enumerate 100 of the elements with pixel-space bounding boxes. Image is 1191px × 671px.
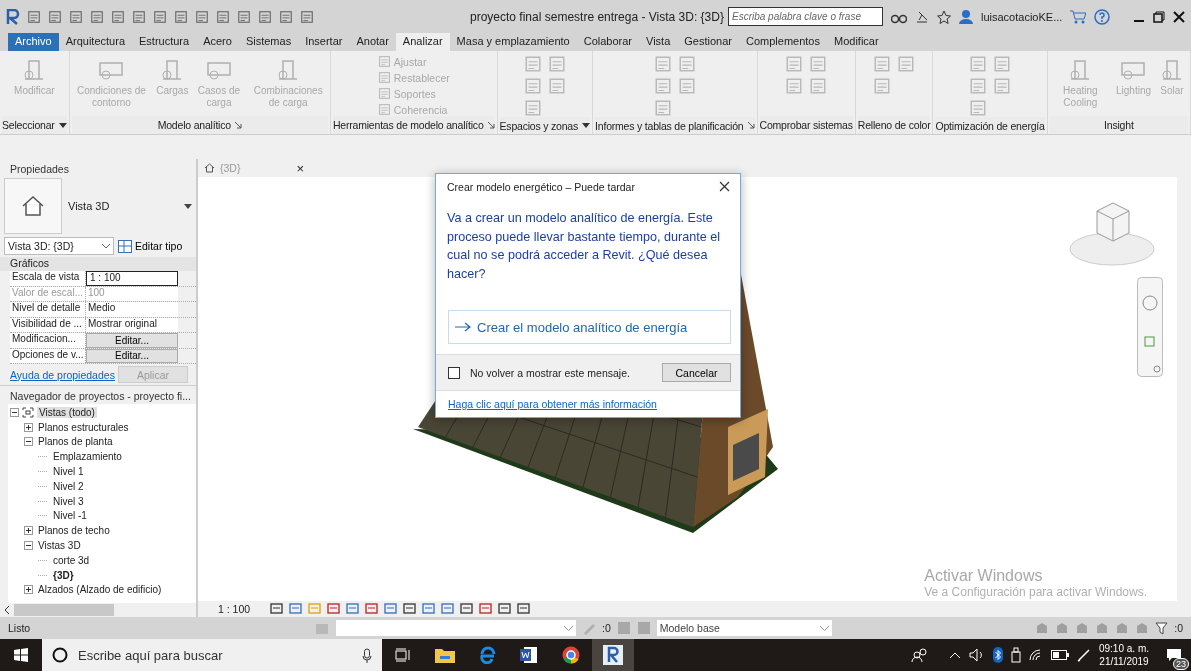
tool-icon[interactable] (969, 77, 988, 95)
tool-icon[interactable] (969, 55, 988, 73)
taskbar-app[interactable] (592, 639, 634, 671)
view-control-icon[interactable] (346, 603, 360, 615)
tree-item[interactable]: Planos de techo (36, 525, 112, 537)
notifications-button[interactable]: 23 (1157, 639, 1191, 671)
toolbar-icon[interactable] (132, 9, 146, 24)
checkbox[interactable] (448, 366, 460, 379)
view-control-icon[interactable] (327, 603, 341, 615)
launcher-icon[interactable] (487, 121, 495, 129)
tree-item[interactable]: Vistas 3D (36, 540, 83, 552)
tool-icon[interactable] (377, 87, 391, 100)
view-selector[interactable]: Vista 3D: {3D} (4, 237, 114, 255)
tool-icon[interactable] (809, 77, 828, 95)
ribbon-tab[interactable]: Colaborar (576, 33, 640, 51)
more-info-link[interactable]: Haga clic aquí para obtener más información (448, 398, 657, 410)
toolbar-icon[interactable] (300, 9, 314, 24)
navigation-bar-drawing[interactable] (1137, 277, 1163, 377)
ribbon-tab[interactable]: Complementos (739, 33, 827, 51)
tree-item[interactable]: Planos de planta (36, 436, 115, 448)
ribbon-tab[interactable]: Acero (196, 33, 239, 51)
tree-item[interactable]: Emplazamiento (51, 451, 124, 463)
collapse-icon[interactable] (10, 407, 19, 417)
view-control-icon[interactable] (460, 603, 474, 615)
tool-icon[interactable] (873, 55, 892, 73)
bluetooth-icon[interactable] (992, 647, 1003, 663)
view-control-icon[interactable] (517, 603, 531, 615)
dropdown-icon[interactable] (58, 122, 67, 128)
battery-icon[interactable] (1050, 650, 1069, 660)
tool-icon[interactable] (653, 55, 672, 73)
dropdown-icon[interactable] (184, 203, 192, 209)
ribbon-tab[interactable]: Arquitectura (58, 33, 132, 51)
tool-icon[interactable] (873, 77, 892, 95)
pen-icon[interactable] (1076, 648, 1091, 662)
tool-icon[interactable] (677, 55, 696, 73)
tool-icon[interactable] (897, 55, 916, 73)
user-name[interactable]: luisacotacioKE... (981, 10, 1063, 23)
usb-drive-icon[interactable] (1010, 647, 1021, 663)
search-field[interactable]: Escriba palabra clave o frase (728, 7, 883, 26)
selection-tool-icon[interactable] (1115, 621, 1130, 635)
ribbon-tab[interactable]: Archivo (8, 33, 59, 51)
tree-item[interactable]: Nivel 2 (51, 480, 86, 492)
tool-icon[interactable] (377, 71, 391, 84)
view-control-icon[interactable] (384, 603, 398, 615)
filter-icon[interactable] (1155, 621, 1169, 635)
view-scale[interactable]: 1 : 100 (218, 603, 251, 615)
tool-icon[interactable] (523, 77, 542, 95)
toolbar-icon[interactable] (174, 9, 188, 24)
toolbar-icon[interactable] (111, 9, 125, 24)
view-control-icon[interactable] (365, 603, 379, 615)
selection-tool-icon[interactable] (1035, 621, 1050, 635)
clock-date[interactable]: 21/11/2019 (1099, 655, 1149, 668)
tool-icon[interactable] (993, 77, 1012, 95)
toolbar-icon[interactable] (195, 9, 209, 24)
collapse-icon[interactable] (24, 437, 33, 447)
checkbox-label[interactable]: No volver a mostrar este mensaje. (470, 366, 630, 379)
expand-icon[interactable] (24, 585, 33, 595)
tree-item[interactable]: Nivel 1 (51, 466, 86, 478)
tool-icon[interactable] (523, 99, 542, 117)
tool-icon[interactable] (547, 77, 566, 95)
design-options-icon[interactable] (616, 621, 631, 635)
ribbon-tab[interactable]: Insertar (298, 33, 350, 51)
selection-tool-icon[interactable] (1055, 621, 1070, 635)
create-model-command[interactable]: Crear el modelo analítico de energía (448, 310, 731, 344)
toolbar-icon[interactable] (27, 9, 41, 24)
property-input[interactable]: 1 : 100 (86, 271, 178, 286)
tool-icon[interactable] (523, 55, 542, 73)
tool-icon[interactable] (547, 55, 566, 73)
tool-icon[interactable] (809, 55, 828, 73)
view-control-icon[interactable] (498, 603, 512, 615)
view-control-icon[interactable] (270, 603, 284, 615)
close-icon[interactable] (719, 181, 730, 192)
toolbar-icon[interactable] (90, 9, 104, 24)
close-icon[interactable]: × (296, 160, 304, 176)
user-icon[interactable] (959, 9, 973, 24)
ribbon-tab[interactable]: Estructura (132, 33, 197, 51)
tree-item[interactable]: Nivel 3 (51, 495, 86, 507)
view-control-icon[interactable] (289, 603, 303, 615)
tree-item[interactable]: Planos estructurales (36, 421, 131, 433)
tree-item[interactable]: {3D} (51, 569, 76, 581)
ribbon-tab[interactable]: Sistemas (238, 33, 299, 51)
view-control-icon[interactable] (422, 603, 436, 615)
view-control-icon[interactable] (479, 603, 493, 615)
toolbar-icon[interactable] (279, 9, 293, 24)
cancel-button[interactable]: Cancelar (662, 363, 731, 382)
star-icon[interactable] (937, 9, 951, 24)
help-icon[interactable] (1094, 8, 1111, 25)
tree-item[interactable]: Vistas (todo) (37, 406, 97, 418)
toolbar-icon[interactable] (258, 9, 272, 24)
toolbar-icon[interactable] (48, 9, 62, 24)
design-options-icon[interactable] (636, 621, 651, 635)
volume-icon[interactable] (968, 648, 985, 662)
close-icon[interactable] (1173, 10, 1185, 23)
property-edit-button[interactable]: Editar... (86, 348, 178, 363)
restore-icon[interactable] (1153, 10, 1165, 23)
launcher-icon[interactable] (747, 122, 755, 129)
tree-item[interactable]: Alzados (Alzado de edificio) (36, 584, 164, 596)
satellite-icon[interactable] (915, 9, 929, 24)
people-icon[interactable] (910, 648, 929, 662)
view-control-icon[interactable] (403, 603, 417, 615)
